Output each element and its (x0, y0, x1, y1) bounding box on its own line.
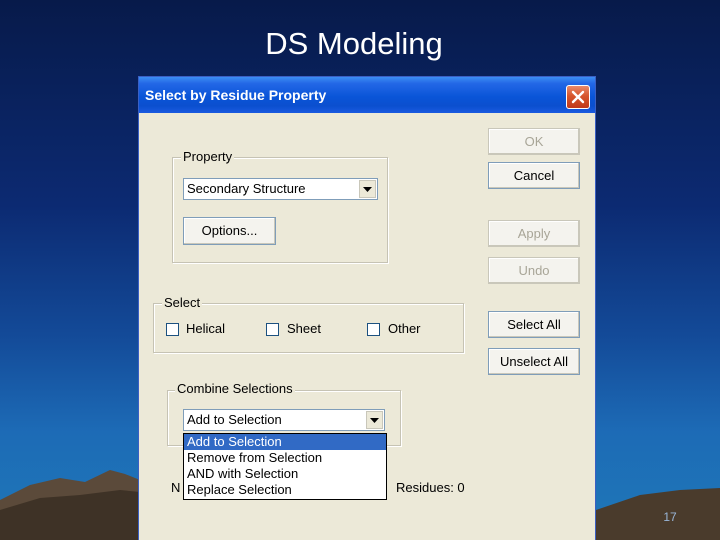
status-partial-label: N (171, 480, 181, 495)
slide-number: 17 (663, 510, 677, 524)
other-label: Other (388, 321, 421, 336)
residues-count: Residues: 0 (396, 480, 465, 495)
property-group-label: Property (181, 149, 235, 164)
sheet-checkbox[interactable] (266, 323, 279, 336)
property-dropdown-arrow[interactable] (359, 180, 376, 198)
dialog-title: Select by Residue Property (145, 87, 327, 103)
combine-select[interactable]: Add to Selection (183, 409, 385, 431)
other-checkbox[interactable] (367, 323, 380, 336)
combine-group-label: Combine Selections (175, 381, 295, 396)
combine-dropdown-list: Add to Selection Remove from Selection A… (183, 433, 387, 500)
options-button[interactable]: Options... (183, 217, 276, 245)
property-select-value: Secondary Structure (187, 181, 306, 196)
dropdown-option-and[interactable]: AND with Selection (184, 466, 386, 482)
close-icon (571, 90, 585, 104)
undo-button[interactable]: Undo (488, 257, 580, 284)
dropdown-option-replace[interactable]: Replace Selection (184, 482, 386, 498)
helical-label: Helical (186, 321, 226, 336)
unselect-all-button[interactable]: Unselect All (488, 348, 580, 375)
combine-dropdown-arrow[interactable] (366, 411, 383, 429)
combine-select-value: Add to Selection (187, 412, 282, 427)
helical-checkbox[interactable] (166, 323, 179, 336)
dropdown-option-add[interactable]: Add to Selection (184, 434, 386, 450)
dialog-titlebar[interactable]: Select by Residue Property (139, 77, 595, 113)
select-group-label: Select (162, 295, 203, 310)
property-group (172, 157, 388, 263)
sheet-label: Sheet (287, 321, 321, 336)
dropdown-option-remove[interactable]: Remove from Selection (184, 450, 386, 466)
select-all-button[interactable]: Select All (488, 311, 580, 338)
cancel-button[interactable]: Cancel (488, 162, 580, 189)
property-select[interactable]: Secondary Structure (183, 178, 378, 200)
chevron-down-icon (370, 418, 379, 423)
ok-button[interactable]: OK (488, 128, 580, 155)
slide-title: DS Modeling (265, 26, 443, 61)
close-button[interactable] (566, 85, 590, 109)
chevron-down-icon (363, 187, 372, 192)
apply-button[interactable]: Apply (488, 220, 580, 247)
